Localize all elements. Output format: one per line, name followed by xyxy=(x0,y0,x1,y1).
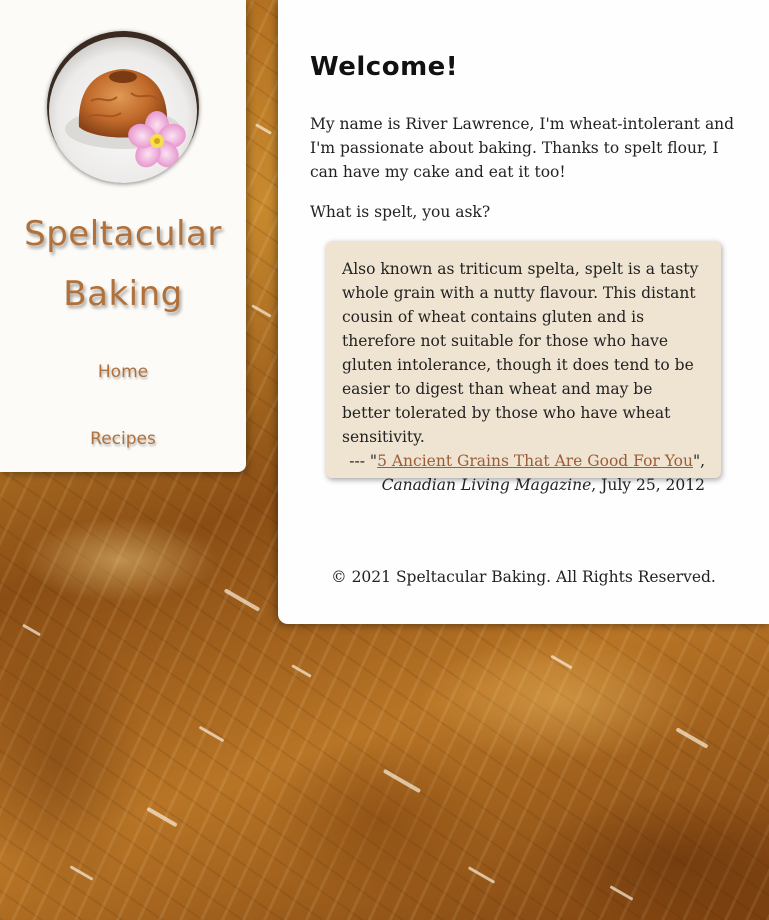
nav-item-recipes[interactable]: Recipes xyxy=(0,419,246,486)
source-article-link[interactable]: 5 Ancient Grains That Are Good For You xyxy=(377,452,693,470)
main-nav: Home Recipes xyxy=(0,352,246,486)
quote-citation: --- "5 Ancient Grains That Are Good For … xyxy=(342,449,705,497)
main-content: Welcome! My name is River Lawrence, I'm … xyxy=(278,0,769,624)
intro-text: My name is River Lawrence, I'm wheat-int… xyxy=(310,115,735,181)
nav-item-home[interactable]: Home xyxy=(0,352,246,419)
footer-copyright: © 2021 Speltacular Baking. All Rights Re… xyxy=(331,568,716,586)
quote-text: Also known as triticum spelta, spelt is … xyxy=(342,260,699,446)
cite-prefix: --- " xyxy=(349,452,378,470)
publication-date: , July 25, 2012 xyxy=(591,476,705,494)
site-title[interactable]: Speltacular Baking xyxy=(0,204,246,324)
sidebar: Speltacular Baking Home Recipes xyxy=(0,0,246,472)
page-title: Welcome! xyxy=(310,52,459,82)
publication-name: Canadian Living Magazine xyxy=(381,476,592,494)
site-title-line1: Speltacular xyxy=(24,214,222,254)
site-title-line2: Baking xyxy=(63,274,183,314)
logo-image[interactable] xyxy=(47,31,199,183)
question-text: What is spelt, you ask? xyxy=(310,203,491,221)
cite-after-link: ", xyxy=(692,452,705,470)
quote-box: Also known as triticum spelta, spelt is … xyxy=(326,241,721,494)
bundt-cake-icon xyxy=(47,31,199,183)
